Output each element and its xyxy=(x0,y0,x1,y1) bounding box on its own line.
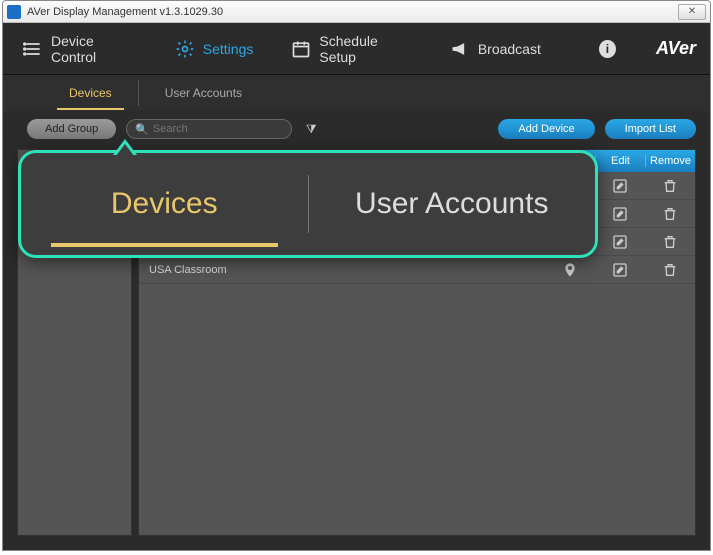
tab-devices[interactable]: Devices xyxy=(43,80,139,106)
col-remove: Remove xyxy=(645,155,695,167)
titlebar: AVer Display Management v1.3.1029.30 ✕ xyxy=(3,1,710,23)
edit-icon[interactable] xyxy=(595,234,645,250)
window-frame: AVer Display Management v1.3.1029.30 ✕ D… xyxy=(2,0,711,551)
info-button[interactable]: i xyxy=(599,40,616,58)
nav-settings[interactable]: Settings xyxy=(169,35,260,63)
search-input[interactable] xyxy=(153,123,283,135)
trash-icon[interactable] xyxy=(645,262,695,278)
edit-icon[interactable] xyxy=(595,206,645,222)
nav-label: Schedule Setup xyxy=(319,33,411,65)
tab-user-accounts[interactable]: User Accounts xyxy=(139,80,268,106)
calendar-icon xyxy=(291,39,311,59)
callout-devices: Devices xyxy=(21,153,308,255)
window-close-button[interactable]: ✕ xyxy=(678,4,706,20)
col-edit: Edit xyxy=(595,155,645,167)
nav-label: Broadcast xyxy=(478,41,541,57)
filter-icon[interactable]: ⧩ xyxy=(306,122,317,137)
search-icon: 🔍 xyxy=(135,123,149,136)
add-group-button[interactable]: Add Group xyxy=(27,119,116,139)
device-name-cell: USA Classroom xyxy=(139,264,545,276)
gear-icon xyxy=(175,39,195,59)
import-list-button[interactable]: Import List xyxy=(605,119,696,139)
edit-icon[interactable] xyxy=(595,178,645,194)
nav-broadcast[interactable]: Broadcast xyxy=(444,35,547,63)
callout-user-accounts: User Accounts xyxy=(309,153,596,255)
brand-logo: AVer xyxy=(656,38,696,59)
nav-schedule[interactable]: Schedule Setup xyxy=(285,29,417,69)
trash-icon[interactable] xyxy=(645,178,695,194)
app-icon xyxy=(7,5,21,19)
edit-icon[interactable] xyxy=(595,262,645,278)
nav-device-control[interactable]: Device Control xyxy=(17,29,143,69)
subtabs: Devices User Accounts xyxy=(3,75,710,111)
trash-icon[interactable] xyxy=(645,206,695,222)
window-title: AVer Display Management v1.3.1029.30 xyxy=(27,6,678,18)
nav-label: Settings xyxy=(203,41,254,57)
list-icon xyxy=(23,39,43,59)
search-field[interactable]: 🔍 xyxy=(126,119,292,139)
trash-icon[interactable] xyxy=(645,234,695,250)
megaphone-icon xyxy=(450,39,470,59)
add-device-button[interactable]: Add Device xyxy=(498,119,594,139)
callout-overlay: Devices User Accounts xyxy=(18,150,598,258)
nav-label: Device Control xyxy=(51,33,137,65)
table-row[interactable]: USA Classroom xyxy=(139,256,695,284)
ip-icon[interactable] xyxy=(545,262,595,278)
top-nav: Device Control Settings Schedule Setup B… xyxy=(3,23,710,75)
